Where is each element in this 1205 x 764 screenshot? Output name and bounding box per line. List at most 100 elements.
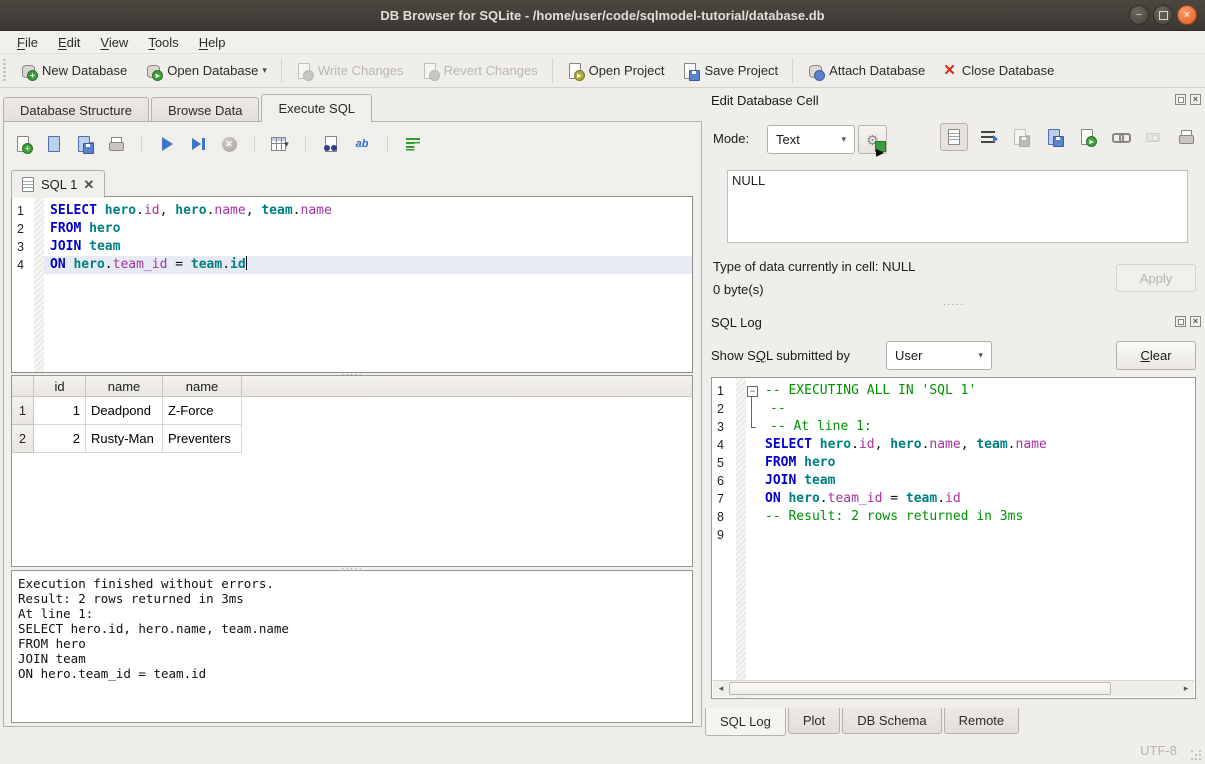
cell-id[interactable]: 1	[34, 397, 86, 425]
sql-toolbar-separator	[387, 135, 388, 153]
chevron-down-icon: ▾	[841, 134, 846, 145]
new-sql-tab-icon: +	[15, 136, 31, 152]
import-cell-data-button[interactable]: ▾	[1008, 125, 1034, 149]
cell-hero-name[interactable]: Rusty-Man	[86, 425, 163, 453]
sql-toolbar: + ▾ ✕ ▾ ab	[12, 131, 424, 157]
find-icon	[323, 136, 339, 152]
fold-guide	[746, 418, 759, 436]
encoding-status: UTF-8	[1140, 743, 1177, 758]
tab-db-schema[interactable]: DB Schema	[842, 708, 941, 734]
open-database-button[interactable]: ▸ Open Database ▾	[136, 59, 276, 83]
results-column-header[interactable]: id	[34, 376, 86, 397]
save-results-button[interactable]: ▾	[269, 133, 291, 155]
write-changes-button[interactable]: Write Changes	[287, 59, 413, 83]
float-dock-icon[interactable]	[1175, 316, 1186, 327]
revert-changes-button[interactable]: Revert Changes	[413, 59, 547, 83]
find-replace-button[interactable]: ab	[351, 133, 373, 155]
cell-team-name[interactable]: Z-Force	[163, 397, 242, 425]
sql-toolbar-separator	[305, 135, 306, 153]
tab-execute-sql[interactable]: Execute SQL	[261, 94, 372, 122]
results-column-header[interactable]: name	[86, 376, 163, 397]
cell-log-splitter[interactable]: ·····	[711, 302, 1196, 307]
export-cell-data-button[interactable]	[1041, 125, 1067, 149]
format-sql-button[interactable]	[402, 133, 424, 155]
stop-execution-button[interactable]: ✕	[218, 133, 240, 155]
mode-select[interactable]: Text ▾	[767, 125, 855, 154]
minimize-button[interactable]: −	[1129, 5, 1149, 25]
clear-log-button[interactable]: Clear	[1116, 341, 1196, 370]
execute-all-button[interactable]	[156, 133, 178, 155]
row-header[interactable]: 2	[12, 425, 34, 453]
save-project-button[interactable]: Save Project	[673, 59, 787, 83]
cell-team-name[interactable]: Preventers	[163, 425, 242, 453]
find-button[interactable]	[320, 133, 342, 155]
text-mode-button[interactable]	[940, 123, 968, 151]
tab-database-structure[interactable]: Database Structure	[3, 97, 149, 123]
new-sql-tab-button[interactable]: +	[12, 133, 34, 155]
execution-message: Execution finished without errors. Resul…	[18, 576, 686, 681]
fold-marker-icon[interactable]: −	[746, 382, 759, 400]
close-sql-tab-icon[interactable]: ✕	[83, 177, 94, 193]
sql-document-tab[interactable]: SQL 1 ✕	[11, 170, 105, 198]
sql-log-view: ◂ ▸ 1−-- EXECUTING ALL IN 'SQL 1'2--3-- …	[711, 377, 1196, 699]
save-sql-file-button[interactable]: ▾	[74, 133, 96, 155]
scrollbar-thumb[interactable]	[729, 682, 1111, 695]
close-button[interactable]: ×	[1177, 5, 1197, 25]
cell-value-editor[interactable]: NULL	[727, 170, 1188, 243]
auto-apply-button[interactable]: ⚙ ▸	[858, 125, 887, 154]
maximize-button[interactable]	[1153, 5, 1173, 25]
set-null-button[interactable]	[1140, 125, 1166, 149]
new-database-button[interactable]: + New Database	[11, 59, 136, 83]
results-column-header[interactable]: name	[163, 376, 242, 397]
log-horizontal-scrollbar[interactable]: ◂ ▸	[713, 680, 1194, 697]
menu-tools[interactable]: Tools	[139, 33, 187, 52]
menu-file[interactable]: File	[8, 33, 47, 52]
print-sql-button[interactable]	[105, 133, 127, 155]
window-title: DB Browser for SQLite - /home/user/code/…	[380, 8, 824, 23]
menu-view[interactable]: View	[91, 33, 137, 52]
main-toolbar: + New Database ▸ Open Database ▾ Write C…	[0, 53, 1205, 88]
results-corner-cell[interactable]	[12, 376, 34, 397]
apply-button[interactable]: Apply	[1116, 264, 1196, 292]
text-cursor	[246, 256, 247, 270]
resize-grip[interactable]	[1190, 749, 1202, 761]
tab-browse-data[interactable]: Browse Data	[151, 97, 259, 123]
print-cell-button[interactable]	[1173, 125, 1199, 149]
log-filter-select[interactable]: User ▾	[886, 341, 992, 370]
sql-editor[interactable]: 1SELECT hero.id, hero.name, team.name2FR…	[11, 196, 693, 373]
tab-sql-log[interactable]: SQL Log	[705, 708, 786, 736]
attach-database-button[interactable]: Attach Database	[798, 59, 934, 83]
float-dock-icon[interactable]	[1175, 94, 1186, 105]
set-as-link-button[interactable]	[1107, 125, 1133, 149]
open-sql-file-button[interactable]	[43, 133, 65, 155]
attach-database-icon	[807, 63, 823, 79]
close-database-button[interactable]: ✕ Close Database	[934, 59, 1063, 83]
execute-current-line-button[interactable]	[187, 133, 209, 155]
execution-message-box: Execution finished without errors. Resul…	[11, 570, 693, 723]
tab-remote[interactable]: Remote	[944, 708, 1020, 734]
cell-hero-name[interactable]: Deadpond	[86, 397, 163, 425]
code-line: 6JOIN team	[712, 472, 1195, 490]
row-header[interactable]: 1	[12, 397, 34, 425]
open-database-icon: ▸	[145, 63, 161, 79]
tab-plot[interactable]: Plot	[788, 708, 840, 734]
scroll-right-icon[interactable]: ▸	[1178, 681, 1194, 696]
toolbar-drag-handle[interactable]	[3, 59, 6, 83]
close-dock-icon[interactable]: ×	[1190, 94, 1201, 105]
open-database-dropdown-icon[interactable]: ▾	[262, 65, 267, 76]
titlebar[interactable]: DB Browser for SQLite - /home/user/code/…	[0, 0, 1205, 31]
menu-help[interactable]: Help	[190, 33, 235, 52]
close-dock-icon[interactable]: ×	[1190, 316, 1201, 327]
code-line: 2--	[712, 400, 1195, 418]
toolbar-separator	[552, 58, 553, 83]
fold-guide	[746, 526, 759, 544]
sql-document-icon	[22, 177, 35, 192]
minimize-icon: −	[1136, 9, 1142, 21]
cell-id[interactable]: 2	[34, 425, 86, 453]
word-wrap-button[interactable]	[975, 125, 1001, 149]
open-project-button[interactable]: ▸ Open Project	[558, 59, 674, 83]
code-line: 9	[712, 526, 1195, 544]
scroll-left-icon[interactable]: ◂	[713, 681, 729, 696]
open-in-external-button[interactable]: ▸	[1074, 125, 1100, 149]
menu-edit[interactable]: Edit	[49, 33, 89, 52]
